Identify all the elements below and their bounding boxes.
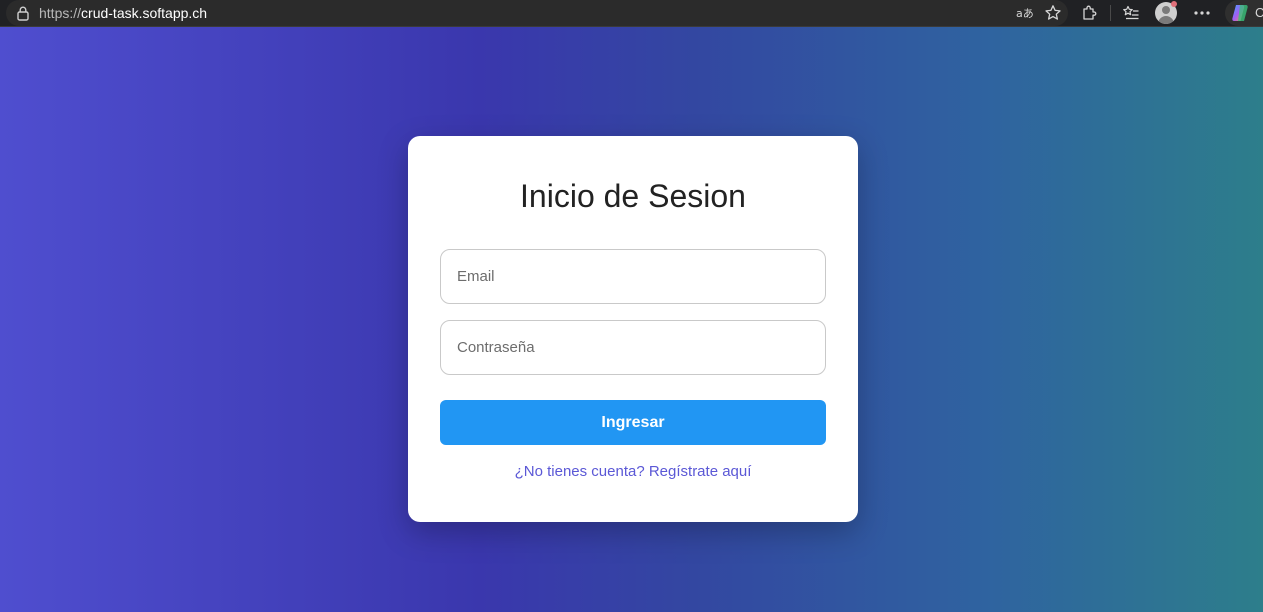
password-field[interactable] bbox=[440, 320, 826, 375]
copilot-icon[interactable] bbox=[1229, 2, 1251, 24]
page-title: Inicio de Sesion bbox=[520, 178, 746, 214]
register-link[interactable]: ¿No tienes cuenta? Regístrate aquí bbox=[408, 462, 858, 482]
favorites-list-icon[interactable] bbox=[1120, 2, 1142, 24]
lock-icon[interactable] bbox=[16, 5, 30, 21]
more-options-icon[interactable] bbox=[1191, 2, 1213, 24]
login-button[interactable]: Ingresar bbox=[440, 400, 826, 445]
address-bar[interactable]: https://crud-task.softapp.ch bbox=[6, 0, 1068, 26]
url-host: crud-task.softapp.ch bbox=[81, 5, 208, 21]
login-card: Inicio de Sesion Ingresar ¿No tienes cue… bbox=[408, 136, 858, 522]
avatar-head bbox=[1162, 6, 1170, 14]
avatar-body bbox=[1158, 16, 1174, 24]
translate-icon[interactable]: aあ bbox=[1014, 2, 1036, 24]
favorite-star-icon[interactable] bbox=[1042, 2, 1064, 24]
page-background: Inicio de Sesion Ingresar ¿No tienes cue… bbox=[0, 27, 1263, 612]
notification-dot bbox=[1171, 1, 1177, 7]
toolbar-separator bbox=[1110, 5, 1111, 21]
browser-toolbar: https://crud-task.softapp.ch aあ C bbox=[0, 0, 1263, 27]
email-field[interactable] bbox=[440, 249, 826, 304]
copilot-label: C bbox=[1255, 5, 1263, 20]
url-protocol: https:// bbox=[39, 5, 82, 21]
extensions-icon[interactable] bbox=[1079, 2, 1101, 24]
svg-text:aあ: aあ bbox=[1016, 7, 1034, 20]
url-text[interactable]: https://crud-task.softapp.ch bbox=[39, 5, 207, 21]
